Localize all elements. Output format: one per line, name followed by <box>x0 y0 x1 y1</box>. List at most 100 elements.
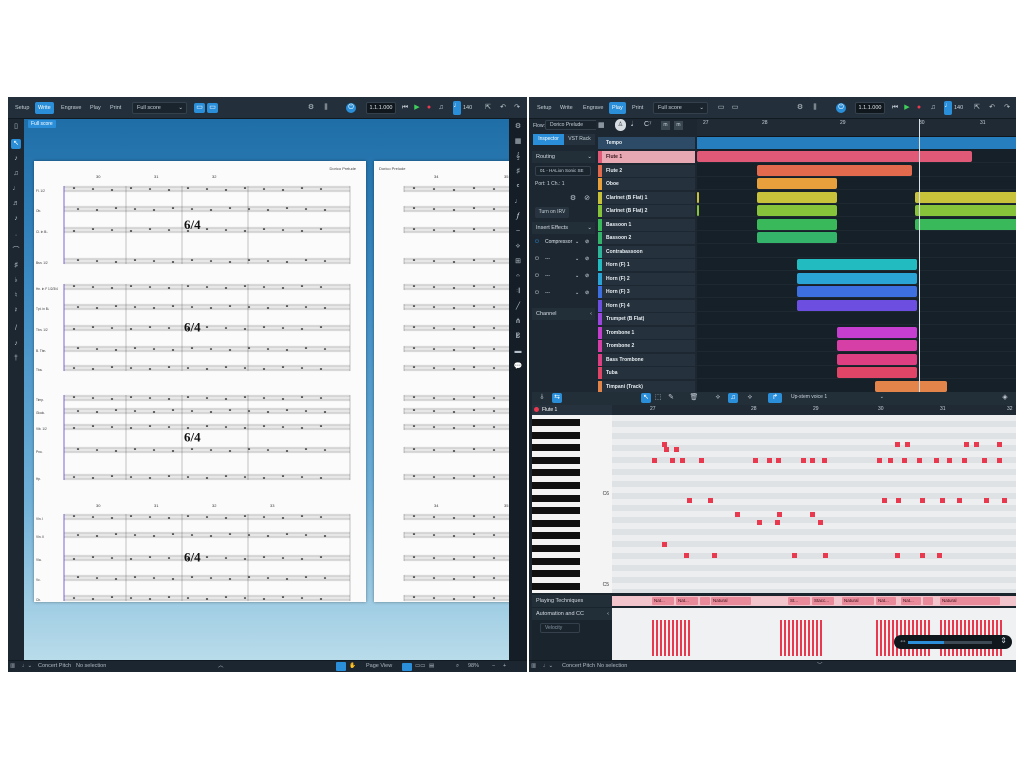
midi-clip[interactable] <box>797 299 917 311</box>
track-header[interactable]: Trumpet (B Flat) <box>598 313 695 325</box>
effect-settings-icon[interactable]: ⊘ <box>585 237 589 248</box>
midi-note[interactable] <box>934 458 939 463</box>
midi-note[interactable] <box>823 553 828 558</box>
track-header[interactable]: Bassoon 2 <box>598 232 695 244</box>
stem-icon[interactable]: † <box>11 354 21 364</box>
midi-note[interactable] <box>997 442 1002 447</box>
velocity-bar[interactable] <box>792 620 794 656</box>
track-header[interactable]: Flute 2 <box>598 164 695 177</box>
rhythm-dot-icon[interactable]: · <box>11 231 21 241</box>
popout-icon[interactable]: ⇱ <box>972 103 982 113</box>
insert-notes-icon[interactable]: ♪ <box>11 154 21 164</box>
tempo-note-icon[interactable]: ♩ <box>453 101 461 115</box>
technique-block[interactable]: Natural <box>711 597 751 605</box>
track-lane[interactable] <box>697 313 1016 325</box>
note-input-icon[interactable]: ♩⌄ <box>22 661 32 672</box>
note-grid[interactable] <box>612 415 1016 593</box>
pages-icon[interactable]: ▤ <box>429 661 434 672</box>
activate-project-icon[interactable]: ⏻ <box>346 103 356 113</box>
velocity-bar[interactable] <box>788 620 790 656</box>
tab-vst-rack[interactable]: VST Rack <box>564 134 595 145</box>
midi-note[interactable] <box>882 498 887 503</box>
black-key[interactable] <box>532 545 580 552</box>
play-icon[interactable]: ▶ <box>902 103 912 113</box>
irv-button[interactable]: Turn on IRV <box>535 207 569 218</box>
midi-note[interactable] <box>896 498 901 503</box>
velocity-bar[interactable] <box>880 620 882 656</box>
black-key[interactable] <box>532 419 580 426</box>
record-icon[interactable]: ● <box>914 103 924 113</box>
mode-play-tab[interactable]: Play <box>609 102 626 114</box>
insert-effects-header[interactable]: Insert Effects ⌄ <box>532 222 595 234</box>
technique-block[interactable]: Nat... <box>901 597 921 605</box>
hand-tool-icon[interactable]: ✋ <box>349 661 356 672</box>
redo-icon[interactable]: ↷ <box>512 103 522 113</box>
midi-note[interactable] <box>810 458 815 463</box>
technique-block[interactable]: Nat... <box>652 597 674 605</box>
flow-selector[interactable]: Dorico Prelude <box>545 120 598 130</box>
zoom-fit-icon[interactable]: ◈ <box>1000 393 1010 403</box>
timeline-ruler[interactable]: 27 28 29 30 31 <box>697 119 1016 137</box>
midi-clip[interactable] <box>837 353 917 365</box>
velocity-bar[interactable] <box>664 620 666 656</box>
technique-block[interactable] <box>700 597 710 605</box>
midi-note[interactable] <box>708 498 713 503</box>
midi-note[interactable] <box>937 553 942 558</box>
rest-icon[interactable]: 𝄽 <box>11 306 21 316</box>
velocity-bar[interactable] <box>888 620 890 656</box>
power-icon[interactable]: ⏻ <box>535 254 539 265</box>
track-lane[interactable] <box>697 272 1016 285</box>
track-header[interactable]: Tuba <box>598 367 695 379</box>
technique-block[interactable]: Natural <box>842 597 874 605</box>
activate-project-icon[interactable]: ⏻ <box>836 103 846 113</box>
midi-note[interactable] <box>822 458 827 463</box>
midi-note[interactable] <box>984 498 989 503</box>
midi-note[interactable] <box>712 553 717 558</box>
mode-play-tab[interactable]: Play <box>87 102 104 114</box>
midi-note[interactable] <box>735 512 740 517</box>
event-display[interactable]: 27 28 29 30 31 <box>697 119 1016 393</box>
edit-instrument-icon[interactable]: ⚙ <box>568 194 578 204</box>
black-key[interactable] <box>532 482 580 489</box>
view-options-icon[interactable]: ▥ <box>10 661 15 672</box>
zoom-out-icon[interactable]: − <box>492 661 495 672</box>
snap-icon[interactable]: ⟡ <box>713 393 723 403</box>
draw-tool-icon[interactable]: ✎ <box>666 393 676 403</box>
midi-note[interactable] <box>687 498 692 503</box>
midi-note[interactable] <box>699 458 704 463</box>
midi-note[interactable] <box>652 458 657 463</box>
layout-tab[interactable]: Full score <box>28 120 56 128</box>
midi-note[interactable] <box>664 447 669 452</box>
mode-write-tab[interactable]: Write <box>35 102 54 114</box>
panel-toggle-icon[interactable]: ▯ <box>11 122 21 132</box>
midi-note[interactable] <box>818 520 823 525</box>
velocity-selector[interactable]: Velocity <box>540 623 580 633</box>
track-header[interactable]: Oboe <box>598 178 695 190</box>
midi-note[interactable] <box>920 498 925 503</box>
midi-note[interactable] <box>964 442 969 447</box>
velocity-lane[interactable] <box>612 608 1016 660</box>
mode-print-tab[interactable]: Print <box>107 102 124 114</box>
chevron-up-icon[interactable]: ︿ <box>218 661 224 672</box>
layout-selector[interactable]: Full score ⌄ <box>653 102 708 114</box>
note-audition-icon[interactable]: ♫ <box>728 393 738 403</box>
midi-note[interactable] <box>905 442 910 447</box>
link-icon[interactable]: ⇆ <box>552 393 562 403</box>
velocity-bar[interactable] <box>784 620 786 656</box>
range-select-icon[interactable]: ⬚ <box>653 393 663 403</box>
midi-note[interactable] <box>757 520 762 525</box>
midi-note[interactable] <box>767 458 772 463</box>
technique-block[interactable]: Natural <box>940 597 1000 605</box>
velocity-bar[interactable] <box>680 620 682 656</box>
redo-icon[interactable]: ↷ <box>1002 103 1012 113</box>
track-lane[interactable] <box>697 218 1016 231</box>
midi-clip[interactable] <box>697 151 972 162</box>
zoom-level[interactable]: 98% <box>468 661 479 672</box>
midi-note[interactable] <box>962 458 967 463</box>
track-lane[interactable] <box>697 178 1016 190</box>
playing-techniques-header[interactable]: Playing Techniques <box>532 595 612 607</box>
mixer-icon[interactable]: ⚙ <box>306 103 316 113</box>
rewind-icon[interactable]: ⏮ <box>890 103 900 113</box>
midi-clip[interactable] <box>757 164 912 176</box>
undo-icon[interactable]: ↶ <box>987 103 997 113</box>
